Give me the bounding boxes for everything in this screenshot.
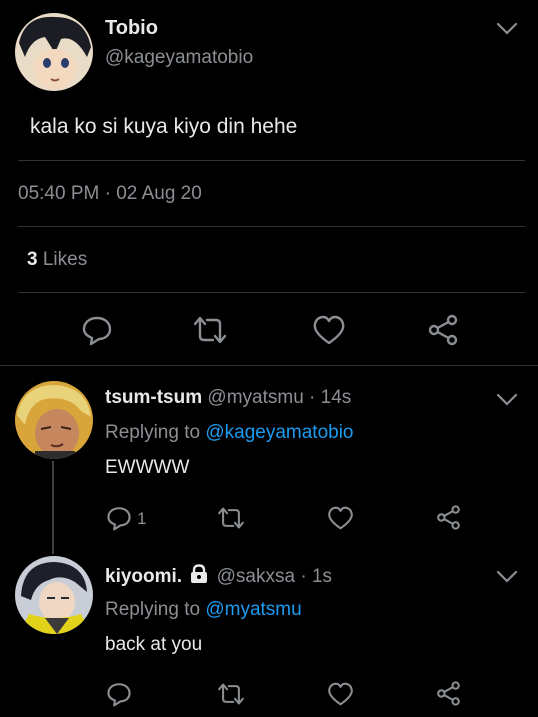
reply-time[interactable]: · 1s: [300, 566, 332, 587]
tweet-timestamp[interactable]: 05:40 PM · 02 Aug 20: [18, 183, 202, 205]
thread-line: [52, 461, 54, 554]
tweet-text: kala ko si kuya kiyo din hehe: [30, 115, 298, 138]
divider: [18, 226, 525, 227]
share-icon[interactable]: [435, 504, 462, 531]
replying-to-link[interactable]: @myatsmu: [205, 599, 301, 620]
retweet-icon[interactable]: [216, 681, 246, 707]
share-icon[interactable]: [426, 313, 460, 347]
share-icon[interactable]: [435, 680, 462, 707]
author-name[interactable]: kiyoomi.: [105, 566, 182, 587]
reply-icon[interactable]: [106, 505, 132, 531]
replying-to: Replying to @kageyamatobio: [105, 422, 354, 444]
avatar-tobio[interactable]: [15, 13, 93, 91]
reply-icon[interactable]: [81, 314, 113, 346]
replying-to: Replying to @myatsmu: [105, 599, 302, 621]
avatar-tsum-tsum[interactable]: [15, 381, 93, 459]
replying-to-label: Replying to: [105, 422, 201, 443]
likes-stat[interactable]: 3 Likes: [27, 249, 87, 271]
heart-icon[interactable]: [312, 314, 346, 346]
chevron-down-icon[interactable]: [496, 22, 518, 36]
reply-header: tsum-tsum @myatsmu · 14s: [105, 387, 351, 409]
author-handle[interactable]: @kageyamatobio: [105, 47, 253, 69]
avatar-kiyoomi[interactable]: [15, 556, 93, 634]
heart-icon[interactable]: [327, 505, 354, 531]
reply-text: back at you: [105, 634, 203, 655]
author-name[interactable]: tsum-tsum: [105, 387, 202, 408]
divider: [18, 160, 525, 161]
retweet-icon[interactable]: [191, 314, 229, 346]
retweet-icon[interactable]: [216, 505, 246, 531]
author-handle[interactable]: @sakxsa: [217, 566, 295, 587]
author-handle[interactable]: @myatsmu: [207, 387, 303, 408]
reply-time[interactable]: · 14s: [309, 387, 351, 408]
heart-icon[interactable]: [327, 681, 354, 707]
likes-count: 3: [27, 249, 38, 270]
chevron-down-icon[interactable]: [496, 393, 518, 407]
reply-count: 1: [137, 509, 147, 528]
replying-to-link[interactable]: @kageyamatobio: [205, 422, 353, 443]
author-name[interactable]: Tobio: [105, 17, 158, 40]
likes-label: Likes: [42, 249, 88, 270]
chevron-down-icon[interactable]: [496, 570, 518, 584]
lock-icon: [189, 564, 209, 584]
reply-text: EWWWW: [105, 457, 190, 478]
divider: [18, 292, 525, 293]
divider: [0, 365, 538, 366]
reply-header: kiyoomi. @sakxsa · 1s: [105, 564, 332, 588]
reply-icon[interactable]: [106, 681, 132, 707]
replying-to-label: Replying to: [105, 599, 201, 620]
